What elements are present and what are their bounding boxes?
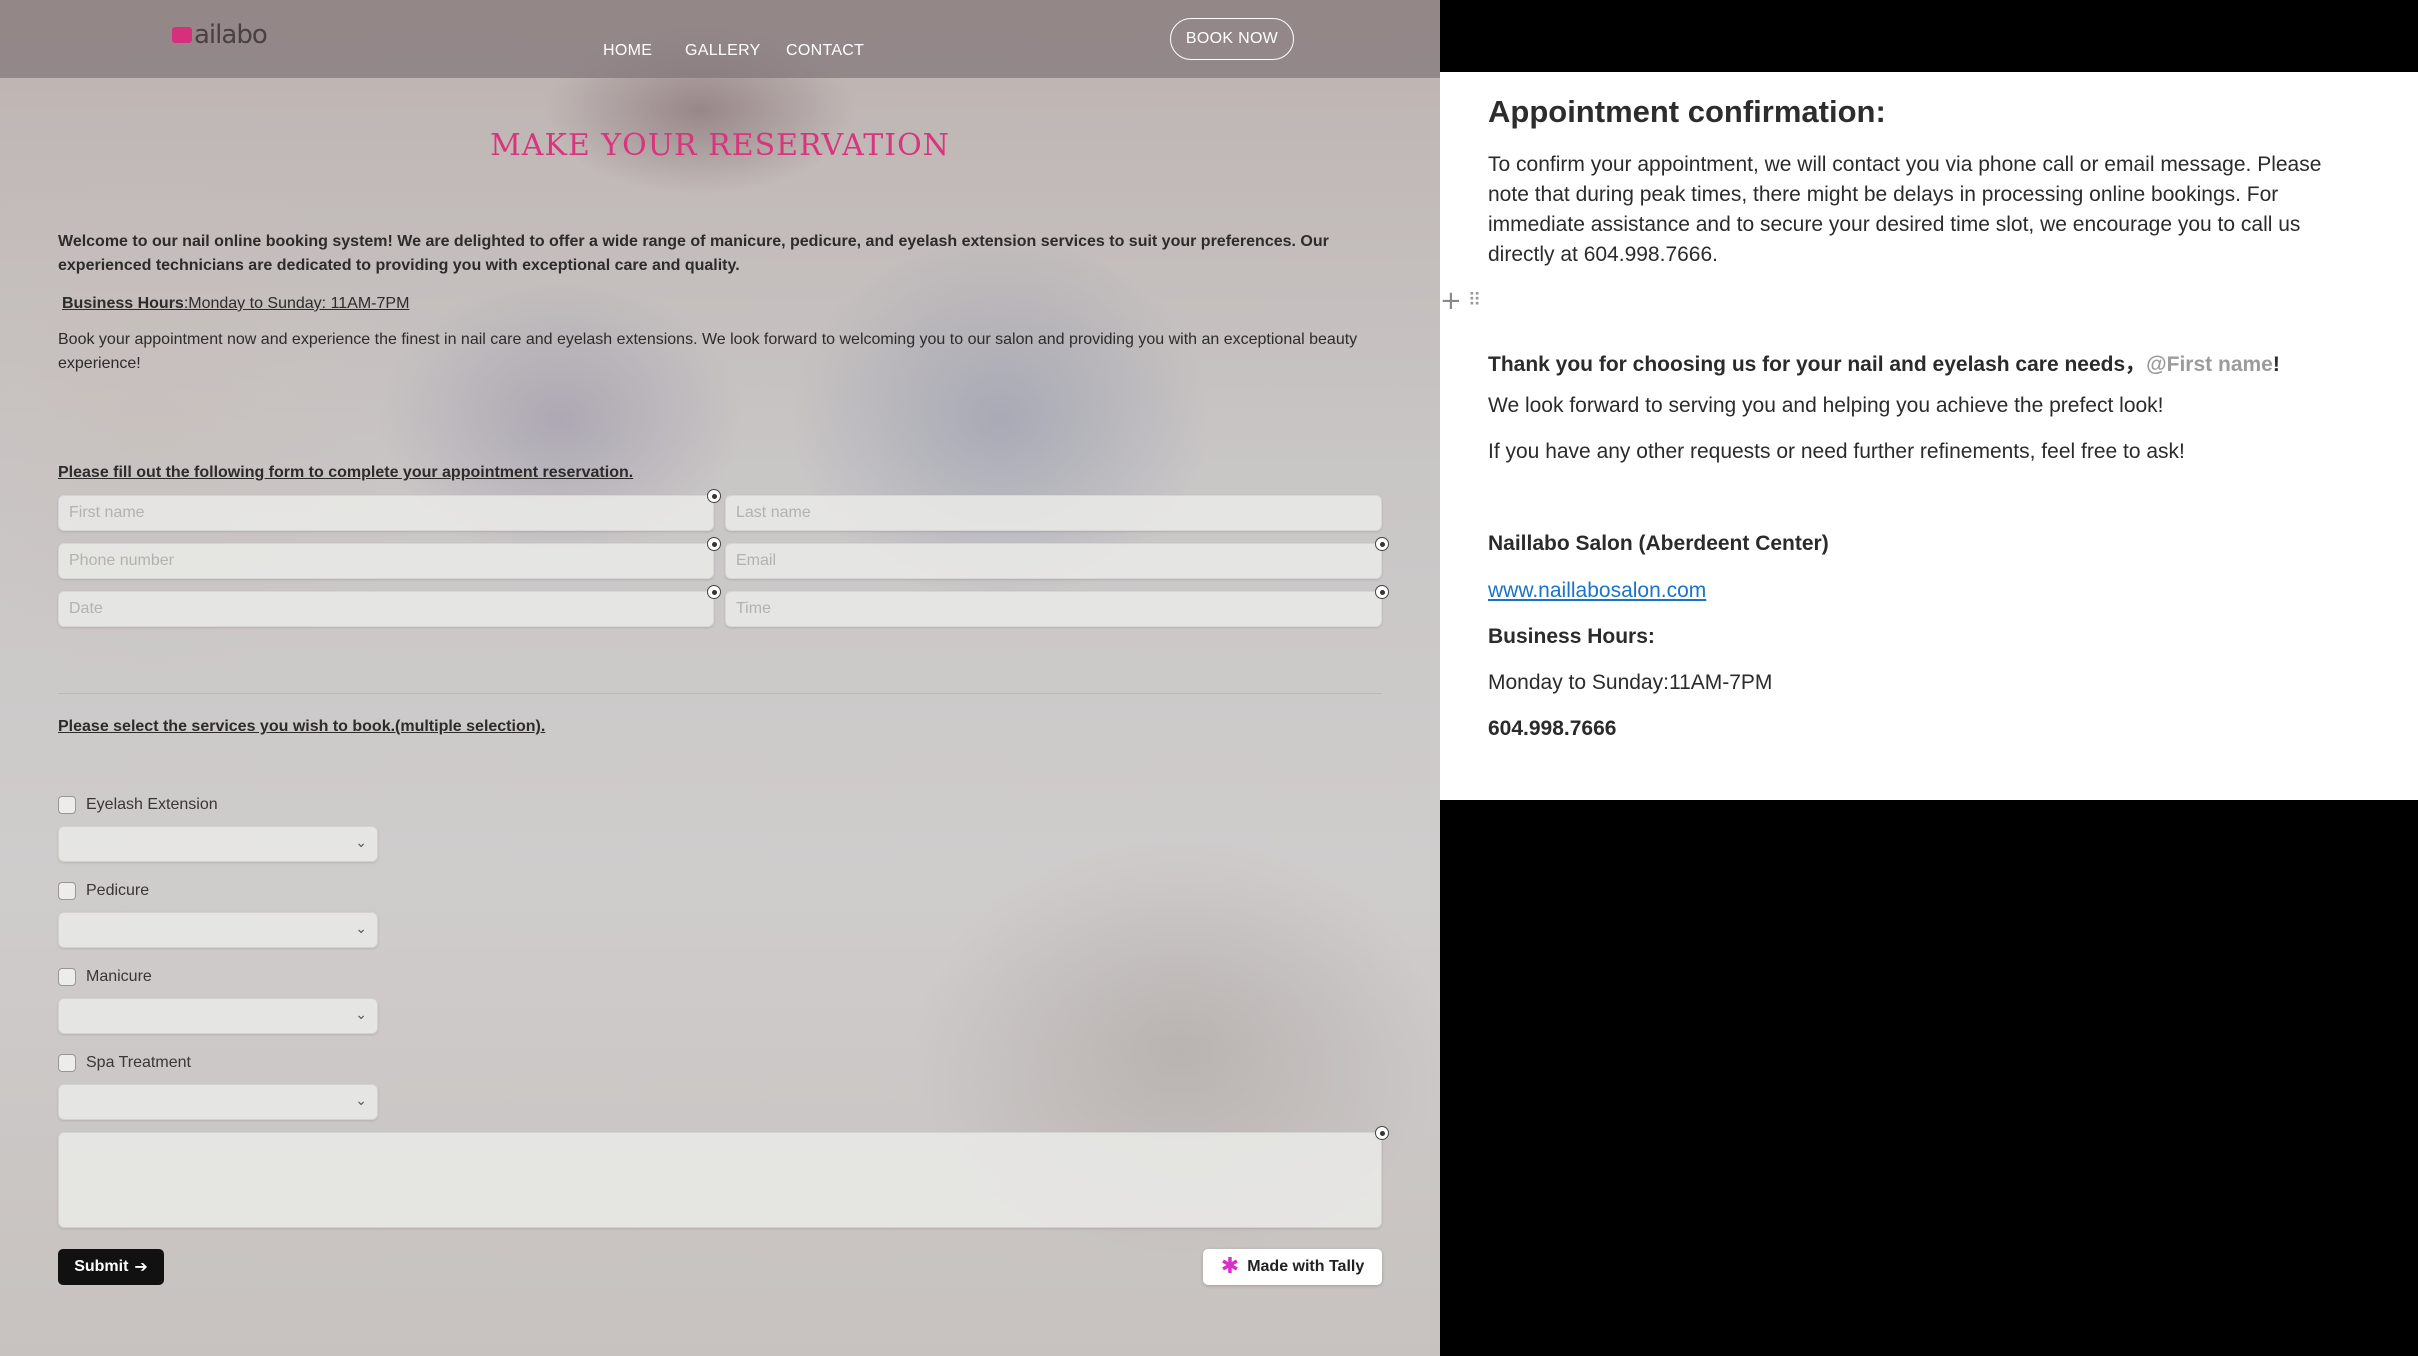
logo-mark [172,27,192,43]
business-hours-value: Monday to Sunday:11AM-7PM [1488,671,1773,694]
logo-text: ailabo [194,20,268,50]
confirmation-panel: Appointment confirmation: To confirm you… [1440,72,2418,800]
service-label: Spa Treatment [86,1054,191,1071]
resize-handle[interactable] [707,537,721,551]
form-heading: Please fill out the following form to co… [58,464,634,481]
tally-label: Made with Tally [1247,1258,1365,1275]
phone-field[interactable]: Phone number [58,543,714,579]
service-label: Eyelash Extension [86,796,218,813]
first-name-mention[interactable]: @First name [2146,353,2273,376]
email-field[interactable]: Email [725,543,1382,579]
last-name-field[interactable]: Last name [725,495,1382,531]
submit-button[interactable]: Submit ➔ [58,1249,164,1285]
book-text: Book your appointment now and experience… [58,331,1358,372]
checkbox[interactable] [58,1054,76,1072]
service-select-pedicure[interactable]: ⌄ [58,912,378,948]
logo[interactable]: ailabo [172,18,268,52]
chevron-down-icon: ⌄ [355,921,367,937]
booking-page: ailabo HOME GALLERY CONTACT BOOK NOW MAK… [0,0,1440,1356]
resize-handle[interactable] [1375,585,1389,599]
chevron-down-icon: ⌄ [355,835,367,851]
confirmation-title: Appointment confirmation: [1488,94,1886,129]
phone-number: 604.998.7666 [1488,717,1617,740]
arrow-right-icon: ➔ [134,1259,148,1276]
service-manicure[interactable]: Manicure [58,968,152,986]
top-navbar: ailabo HOME GALLERY CONTACT BOOK NOW [0,0,1440,78]
other-requests-text: If you have any other requests or need f… [1488,440,2185,463]
service-label: Pedicure [86,882,150,899]
business-hours-label: Business Hours [62,295,184,312]
intro-text: Welcome to our nail online booking syste… [58,233,1329,274]
nav-contact[interactable]: CONTACT [786,42,864,60]
book-now-button[interactable]: BOOK NOW [1170,18,1294,60]
services-heading: Please select the services you wish to b… [58,718,546,735]
resize-handle[interactable] [1375,537,1389,551]
business-hours: Business Hours:Monday to Sunday: 11AM-7P… [62,292,1372,316]
nav-gallery[interactable]: GALLERY [685,42,761,60]
service-pedicure[interactable]: Pedicure [58,882,149,900]
chevron-down-icon: ⌄ [355,1007,367,1023]
business-hours-label: Business Hours: [1488,625,1655,648]
service-eyelash-extension[interactable]: Eyelash Extension [58,796,218,814]
divider [58,693,1382,694]
thanks-suffix: ! [2272,353,2280,376]
checkbox[interactable] [58,882,76,900]
salon-name: Naillabo Salon (Aberdeent Center) [1488,532,1829,555]
business-hours-value: :Monday to Sunday: 11AM-7PM [183,295,410,312]
page-title: MAKE YOUR RESERVATION [490,128,950,163]
service-label: Manicure [86,968,152,985]
time-field[interactable]: Time [725,591,1382,627]
look-forward-text: We look forward to serving you and helpi… [1488,394,2164,417]
plus-icon[interactable]: + [1440,286,1462,316]
thanks-prefix: Thank you for choosing us for your nail … [1488,353,2147,376]
service-select-eyelash[interactable]: ⌄ [58,826,378,862]
chevron-down-icon: ⌄ [355,1093,367,1109]
submit-label: Submit [74,1258,129,1275]
date-field[interactable]: Date [58,591,714,627]
made-with-tally-badge[interactable]: ✱ Made with Tally [1203,1249,1382,1285]
drag-handle-icon[interactable]: ⠿ [1468,290,1481,311]
nav-home[interactable]: HOME [603,42,652,60]
confirmation-body: To confirm your appointment, we will con… [1488,153,2322,266]
website-link[interactable]: www.naillabosalon.com [1488,579,1706,603]
resize-handle[interactable] [707,489,721,503]
resize-handle[interactable] [1375,1126,1389,1140]
checkbox[interactable] [58,968,76,986]
notes-textarea[interactable] [58,1132,1382,1228]
checkbox[interactable] [58,796,76,814]
thanks-line: Thank you for choosing us for your nail … [1488,348,2280,378]
service-select-spa[interactable]: ⌄ [58,1084,378,1120]
service-spa-treatment[interactable]: Spa Treatment [58,1054,191,1072]
first-name-field[interactable]: First name [58,495,714,531]
resize-handle[interactable] [707,585,721,599]
tally-star-icon: ✱ [1220,1254,1240,1279]
service-select-manicure[interactable]: ⌄ [58,998,378,1034]
